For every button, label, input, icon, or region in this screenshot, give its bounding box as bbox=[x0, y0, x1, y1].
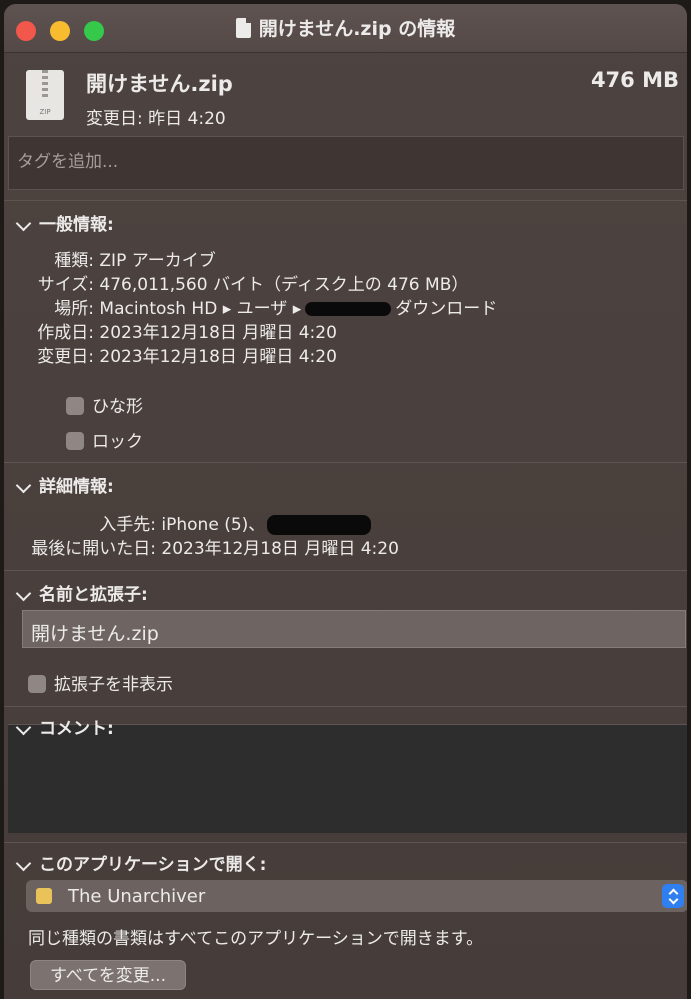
locked-checkbox[interactable]: ロック bbox=[66, 427, 143, 452]
info-value: ZIP アーカイブ bbox=[99, 251, 216, 271]
open-with-info: 同じ種類の書類はすべてこのアプリケーションで開きます。 bbox=[28, 929, 484, 949]
hide-extension-checkbox[interactable]: 拡張子を非表示 bbox=[28, 670, 173, 695]
info-value: 2023年12月18日 月曜日 4:20 bbox=[99, 347, 337, 367]
redacted-username bbox=[305, 302, 392, 316]
info-key: 作成日: bbox=[37, 323, 94, 343]
info-key: 入手先: bbox=[99, 515, 156, 535]
section-more-info[interactable]: 詳細情報: bbox=[15, 472, 114, 497]
file-name: 開けません.zip bbox=[86, 72, 233, 96]
section-name-extension-title: 名前と拡張子: bbox=[39, 585, 148, 605]
chevron-down-icon bbox=[15, 719, 32, 735]
comments-textarea[interactable] bbox=[8, 724, 687, 833]
locked-label: ロック bbox=[92, 432, 143, 452]
section-comments-title: コメント: bbox=[39, 719, 114, 739]
info-value: 2023年12月18日 月曜日 4:20 bbox=[161, 539, 399, 559]
stationery-label: ひな形 bbox=[92, 397, 143, 417]
chevron-down-icon bbox=[15, 855, 32, 871]
tags-field[interactable]: タグを追加... bbox=[8, 136, 684, 190]
divider bbox=[4, 200, 687, 201]
open-with-app-name: The Unarchiver bbox=[68, 886, 206, 907]
title-bar: 開けません.zip の情報 bbox=[4, 4, 687, 53]
info-row-location: 場所: Macintosh HD ▸ ユーザ ▸ ダウンロード bbox=[22, 294, 497, 319]
file-modified: 変更日: 昨日 4:20 bbox=[86, 109, 226, 129]
open-with-popup[interactable]: The Unarchiver bbox=[26, 880, 687, 912]
section-open-with-title: このアプリケーションで開く: bbox=[39, 855, 267, 875]
info-row-created: 作成日: 2023年12月18日 月曜日 4:20 bbox=[22, 318, 337, 343]
divider bbox=[4, 842, 687, 843]
document-icon bbox=[235, 18, 251, 38]
info-key: 場所: bbox=[54, 299, 94, 319]
divider bbox=[4, 570, 687, 571]
window-title-wrap: 開けません.zip の情報 bbox=[4, 14, 687, 41]
info-value-path: Macintosh HD ▸ ユーザ ▸ bbox=[99, 299, 302, 319]
zip-icon-label: ZIP bbox=[39, 108, 51, 116]
info-key: 変更日: bbox=[37, 347, 94, 367]
info-value: 2023年12月18日 月曜日 4:20 bbox=[99, 323, 337, 343]
info-row-size: サイズ: 476,011,560 バイト（ディスク上の 476 MB） bbox=[22, 270, 469, 295]
info-value-folder: ダウンロード bbox=[395, 299, 498, 319]
window-title: 開けません.zip の情報 bbox=[258, 18, 456, 40]
zip-file-icon: ZIP bbox=[26, 70, 64, 120]
info-row-last-opened: 最後に開いた日: 2023年12月18日 月曜日 4:20 bbox=[22, 534, 399, 559]
zipper-stripe bbox=[42, 70, 48, 100]
checkbox-box[interactable] bbox=[66, 397, 84, 415]
section-open-with[interactable]: このアプリケーションで開く: bbox=[15, 850, 267, 875]
info-key: サイズ: bbox=[37, 275, 94, 295]
chevron-down-icon bbox=[15, 585, 32, 601]
checkbox-box[interactable] bbox=[66, 432, 84, 450]
tags-placeholder: タグを追加... bbox=[17, 152, 119, 172]
name-extension-value: 開けません.zip bbox=[31, 623, 159, 645]
redacted-source bbox=[267, 515, 372, 535]
section-general[interactable]: 一般情報: bbox=[15, 210, 114, 235]
file-size: 476 MB bbox=[590, 68, 679, 92]
section-general-title: 一般情報: bbox=[39, 215, 114, 235]
divider bbox=[4, 462, 687, 463]
section-name-extension[interactable]: 名前と拡張子: bbox=[15, 580, 148, 605]
info-value: 476,011,560 バイト（ディスク上の 476 MB） bbox=[99, 275, 469, 295]
divider bbox=[4, 706, 687, 707]
chevron-down-icon bbox=[15, 477, 32, 493]
stationery-checkbox[interactable]: ひな形 bbox=[66, 392, 143, 417]
info-value: iPhone (5)、 bbox=[161, 515, 266, 535]
info-key: 種類: bbox=[54, 251, 94, 271]
change-all-button[interactable]: すべてを変更... bbox=[30, 960, 186, 990]
info-window: 開けません.zip の情報 ZIP 開けません.zip 変更日: 昨日 4:20… bbox=[4, 4, 687, 999]
name-extension-field[interactable]: 開けません.zip bbox=[22, 610, 686, 648]
section-comments[interactable]: コメント: bbox=[15, 714, 114, 739]
unarchiver-app-icon bbox=[36, 888, 52, 904]
popup-chevron-icon[interactable] bbox=[662, 884, 684, 908]
info-key: 最後に開いた日: bbox=[31, 539, 156, 559]
info-row-kind: 種類: ZIP アーカイブ bbox=[22, 246, 216, 271]
checkbox-box[interactable] bbox=[28, 675, 46, 693]
hide-extension-label: 拡張子を非表示 bbox=[54, 675, 173, 695]
info-row-modified: 変更日: 2023年12月18日 月曜日 4:20 bbox=[22, 342, 337, 367]
info-row-where-from: 入手先: iPhone (5)、 bbox=[22, 510, 372, 535]
section-more-info-title: 詳細情報: bbox=[39, 477, 114, 497]
chevron-down-icon bbox=[15, 215, 32, 231]
